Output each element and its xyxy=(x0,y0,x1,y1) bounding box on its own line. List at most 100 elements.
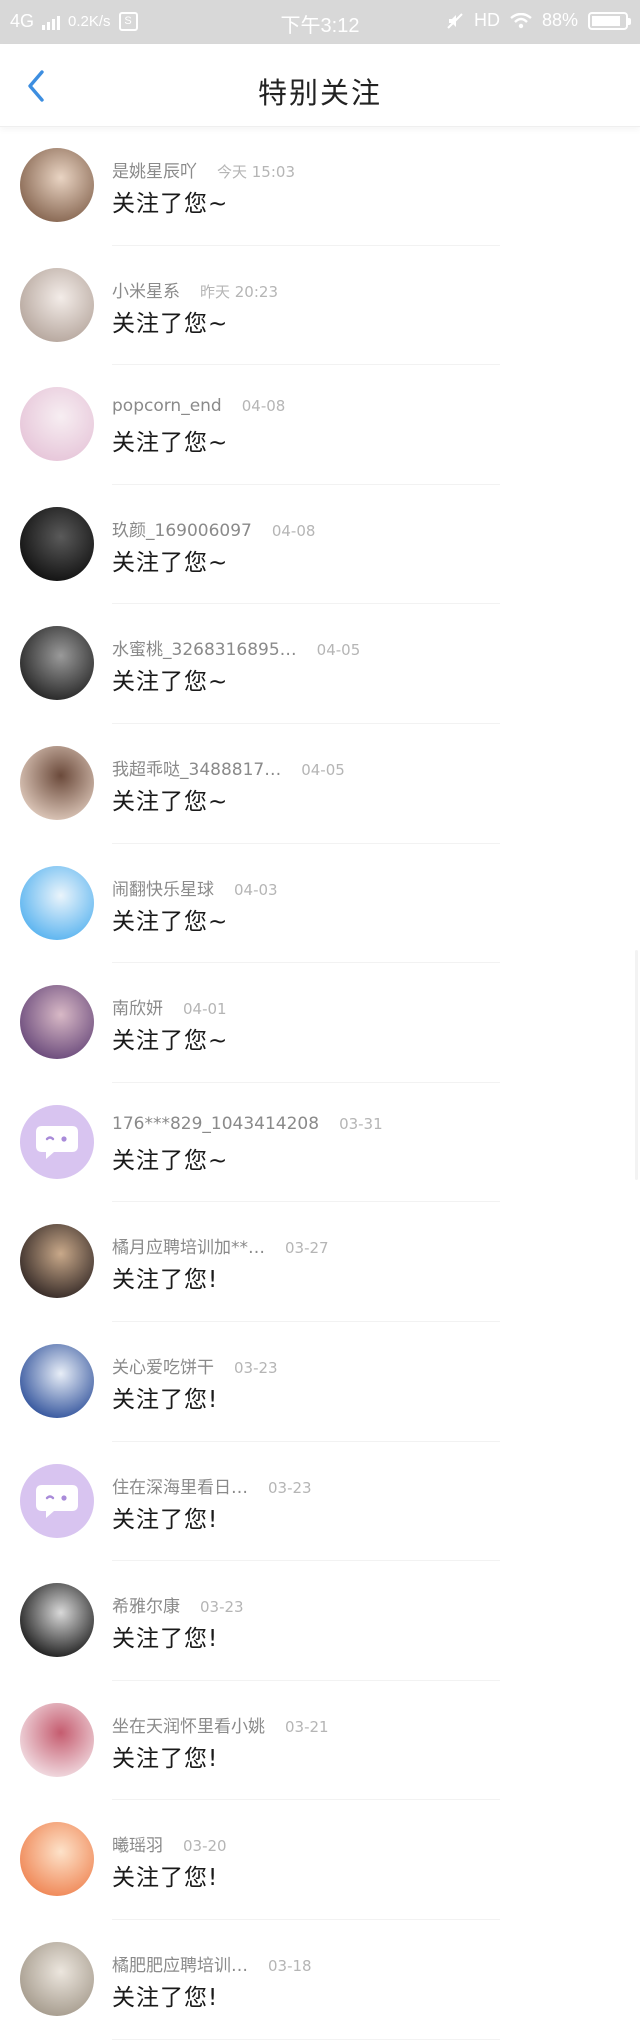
list-item[interactable]: 我超乖哒_3488817… 04-05 关注了您~ xyxy=(0,724,640,844)
user-name[interactable]: 橘肥肥应聘培训… xyxy=(112,1951,248,1976)
message-text: 关注了您! xyxy=(112,1745,219,1772)
avatar[interactable] xyxy=(20,506,94,581)
user-name[interactable]: 希雅尔康 xyxy=(112,1592,180,1617)
avatar[interactable] xyxy=(20,1702,94,1777)
avatar[interactable] xyxy=(20,626,94,701)
list-item[interactable]: 是姚星辰吖 今天 15:03 关注了您~ xyxy=(0,126,640,246)
name-row: popcorn_end 04-08 xyxy=(112,396,285,416)
user-name[interactable]: 橘月应聘培训加**… xyxy=(112,1233,265,1258)
user-name[interactable]: 闹翻快乐星球 xyxy=(112,875,214,900)
list-item[interactable]: popcorn_end 04-08 关注了您~ xyxy=(0,365,640,485)
list-item[interactable]: 闹翻快乐星球 04-03 关注了您~ xyxy=(0,844,640,964)
timestamp: 今天 15:03 xyxy=(217,163,295,181)
list-item[interactable]: 南欣妍 04-01 关注了您~ xyxy=(0,963,640,1083)
status-right: HD 88% xyxy=(446,10,631,31)
name-row: 曦瑶羽 03-20 xyxy=(112,1831,227,1856)
name-row: 关心爱吃饼干 03-23 xyxy=(112,1353,278,1378)
timestamp: 04-08 xyxy=(271,521,316,540)
user-name[interactable]: 我超乖哒_3488817… xyxy=(112,755,281,780)
scroll-indicator xyxy=(635,950,638,1180)
timestamp: 昨天 20:23 xyxy=(200,282,278,301)
avatar[interactable] xyxy=(20,985,94,1060)
message-text: 关注了您! xyxy=(112,1506,219,1533)
user-name[interactable]: popcorn_end xyxy=(112,396,222,416)
avatar[interactable] xyxy=(20,1941,94,2016)
timestamp: 03-23 xyxy=(200,1598,244,1617)
battery-percent: 88% xyxy=(541,10,578,30)
timestamp: 04-01 xyxy=(183,1000,227,1019)
message-text: 关注了您~ xyxy=(112,191,229,217)
user-name[interactable]: 关心爱吃饼干 xyxy=(112,1353,214,1378)
name-row: 小米星系 昨天 20:23 xyxy=(112,277,278,302)
message-text: 关注了您! xyxy=(112,1865,219,1892)
name-row: 闹翻快乐星球 04-03 xyxy=(112,875,278,900)
wifi-icon xyxy=(510,12,532,28)
list-item[interactable]: 曦瑶羽 03-20 关注了您! xyxy=(0,1800,640,1920)
list-item[interactable]: 希雅尔康 03-23 关注了您! xyxy=(0,1561,640,1681)
timestamp: 03-31 xyxy=(339,1114,383,1133)
notification-list: 是姚星辰吖 今天 15:03 关注了您~ 小米星系 昨天 20:23 关注了您~ popco… xyxy=(0,126,640,2040)
default-avatar-icon[interactable] xyxy=(20,1104,94,1179)
mute-icon xyxy=(447,12,463,29)
timestamp: 04-08 xyxy=(241,397,286,416)
user-name[interactable]: 曦瑶羽 xyxy=(112,1831,163,1856)
message-text: 关注了您~ xyxy=(112,549,229,576)
name-row: 我超乖哒_3488817… 04-05 xyxy=(112,755,345,780)
user-name[interactable]: 玖颜_169006097 xyxy=(112,516,252,541)
avatar[interactable] xyxy=(20,267,94,342)
default-avatar-icon[interactable] xyxy=(20,1463,94,1538)
list-item[interactable]: 玖颜_169006097 04-08 关注了您~ xyxy=(0,485,640,605)
name-row: 橘肥肥应聘培训… 03-18 xyxy=(112,1951,312,1976)
list-item[interactable]: 176***829_1043414208 03-31 关注了您~ xyxy=(0,1083,640,1203)
name-row: 坐在天润怀里看小姚 03-21 xyxy=(112,1712,329,1737)
user-name[interactable]: 是姚星辰吖 xyxy=(112,157,197,182)
name-row: 是姚星辰吖 今天 15:03 xyxy=(112,157,295,182)
user-name[interactable]: 水蜜桃_3268316895… xyxy=(112,635,297,660)
list-item[interactable]: 坐在天润怀里看小姚 03-21 关注了您! xyxy=(0,1681,640,1801)
name-row: 希雅尔康 03-23 xyxy=(112,1592,244,1617)
chat-bubble-icon xyxy=(36,1125,78,1159)
timestamp: 03-18 xyxy=(268,1956,312,1975)
message-text: 关注了您! xyxy=(112,1386,219,1413)
list-item[interactable]: 橘月应聘培训加**… 03-27 关注了您! xyxy=(0,1202,640,1322)
name-row: 住在深海里看日… 03-23 xyxy=(112,1473,312,1498)
user-name[interactable]: 南欣妍 xyxy=(112,994,163,1019)
user-name[interactable]: 小米星系 xyxy=(112,277,180,302)
list-item[interactable]: 小米星系 昨天 20:23 关注了您~ xyxy=(0,246,640,366)
timestamp: 04-05 xyxy=(316,641,361,660)
avatar[interactable] xyxy=(20,865,94,940)
message-text: 关注了您~ xyxy=(112,1147,229,1174)
status-bar: 4G 0.2K/s S 下午3:12 HD 88% xyxy=(0,0,640,44)
avatar[interactable] xyxy=(20,745,94,820)
battery-icon xyxy=(588,11,631,30)
list-item[interactable]: 住在深海里看日… 03-23 关注了您! xyxy=(0,1442,640,1562)
user-name[interactable]: 坐在天润怀里看小姚 xyxy=(112,1712,265,1737)
name-row: 176***829_1043414208 03-31 xyxy=(112,1114,383,1134)
avatar[interactable] xyxy=(20,1583,94,1658)
message-text: 关注了您! xyxy=(112,1626,219,1653)
list-item[interactable]: 水蜜桃_3268316895… 04-05 关注了您~ xyxy=(0,604,640,724)
timestamp: 04-05 xyxy=(301,760,345,779)
message-text: 关注了您! xyxy=(112,1984,219,2011)
message-text: 关注了您~ xyxy=(112,310,229,337)
message-text: 关注了您~ xyxy=(112,788,229,815)
page-title: 特别关注 xyxy=(257,76,382,110)
list-item[interactable]: 橘肥肥应聘培训… 03-18 关注了您! xyxy=(0,1920,640,2040)
list-item[interactable]: 关心爱吃饼干 03-23 关注了您! xyxy=(0,1322,640,1442)
message-text: 关注了您~ xyxy=(112,908,229,935)
user-name[interactable]: 176***829_1043414208 xyxy=(112,1114,319,1134)
avatar[interactable] xyxy=(20,1224,94,1299)
avatar[interactable] xyxy=(20,387,94,462)
nav-bar: 特别关注 xyxy=(0,44,640,127)
avatar[interactable] xyxy=(20,148,94,222)
user-name[interactable]: 住在深海里看日… xyxy=(112,1473,248,1498)
timestamp: 04-03 xyxy=(234,880,278,899)
name-row: 橘月应聘培训加**… 03-27 xyxy=(112,1233,329,1258)
avatar[interactable] xyxy=(20,1343,94,1418)
avatar[interactable] xyxy=(20,1822,94,1897)
timestamp: 03-23 xyxy=(234,1358,278,1377)
message-text: 关注了您~ xyxy=(112,1028,229,1055)
timestamp: 03-23 xyxy=(268,1478,312,1497)
timestamp: 03-21 xyxy=(285,1717,329,1736)
message-text: 关注了您~ xyxy=(112,669,229,696)
